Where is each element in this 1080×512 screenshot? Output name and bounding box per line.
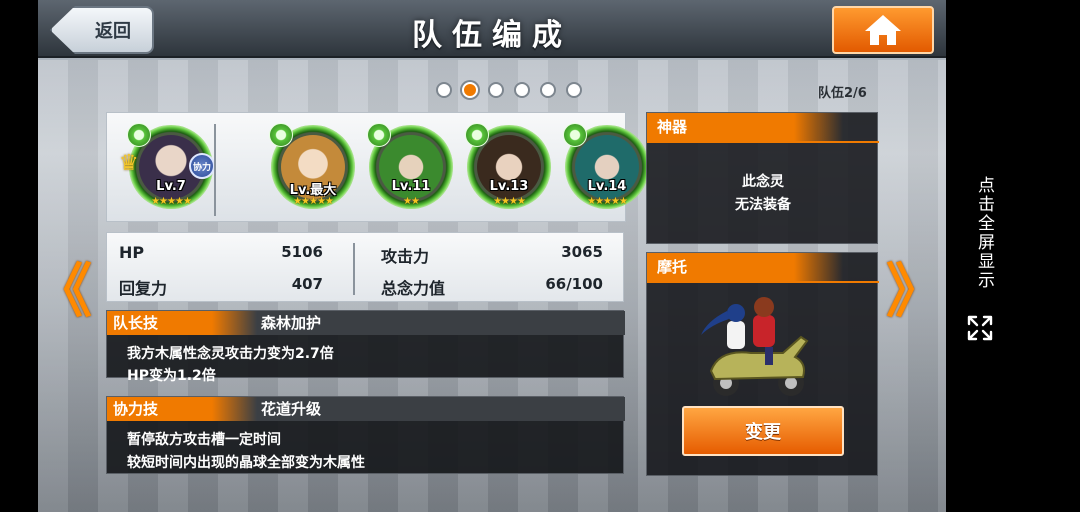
- attack-label: 攻击力: [381, 247, 430, 266]
- page-indicator: [436, 82, 582, 98]
- member-stars: ★★★★★: [151, 196, 192, 207]
- team-count: 队伍2/6: [818, 86, 867, 101]
- member-stars: ★★: [403, 196, 420, 207]
- assist-skill-desc-1: 暂停敌方攻击槽一定时间: [127, 432, 281, 448]
- member-stars: ★★★★: [493, 196, 526, 207]
- page-dot[interactable]: [566, 82, 582, 98]
- assist-badge: 协力: [189, 153, 215, 179]
- team-stats: HP 5106 回复力 407 攻击力 3065 总念力值 66/100: [106, 232, 624, 302]
- total-label: 总念力值: [381, 279, 446, 298]
- member-level: Lv.11: [391, 179, 431, 194]
- member-avatar-5[interactable]: Lv.14 ★★★★★: [563, 123, 649, 209]
- wood-element-icon: [269, 123, 293, 147]
- fullscreen-hint-text[interactable]: 点击全屏显示: [968, 176, 996, 290]
- artifact-title: 神器: [647, 113, 843, 141]
- hp-label: HP: [119, 243, 145, 262]
- recovery-value: 407: [291, 275, 323, 293]
- prev-team-arrow-icon[interactable]: 《: [38, 262, 92, 320]
- wood-element-icon: [563, 123, 587, 147]
- page-dot[interactable]: [514, 82, 530, 98]
- recovery-label: 回复力: [119, 279, 168, 298]
- leader-skill-name: 森林加护: [261, 314, 322, 332]
- leader-skill-desc-2: HP变为1.2倍: [127, 368, 216, 384]
- assist-skill-tag: 协力技: [107, 397, 257, 421]
- leader-skill-panel: 队长技 森林加护 我方木属性念灵攻击力变为2.7倍 HP变为1.2倍: [106, 310, 625, 384]
- member-avatar-2[interactable]: Lv.最大 ★★★★★: [269, 123, 355, 209]
- home-button[interactable]: [832, 6, 934, 54]
- member-stars: ★★★★★: [587, 196, 628, 207]
- member-level: Lv.7: [156, 179, 186, 194]
- motorbike-riders-image: [701, 297, 809, 396]
- attack-value: 3065: [561, 243, 603, 261]
- artifact-line-1: 此念灵: [742, 174, 784, 190]
- home-icon: [865, 15, 901, 45]
- leader-crown-icon: ♛: [119, 151, 139, 176]
- page-dot[interactable]: [540, 82, 556, 98]
- leader-skill-desc-1: 我方木属性念灵攻击力变为2.7倍: [127, 346, 334, 362]
- wood-element-icon: [367, 123, 391, 147]
- fullscreen-icon[interactable]: [966, 314, 994, 342]
- leader-skill-tag: 队长技: [107, 311, 257, 335]
- hp-value: 5106: [281, 243, 323, 261]
- artifact-line-2: 无法装备: [735, 197, 791, 213]
- page-dot-active[interactable]: [462, 82, 478, 98]
- total-value: 66/100: [545, 275, 603, 293]
- member-avatar-1[interactable]: ♛ 协力 Lv.7 ★★★★★: [119, 123, 215, 209]
- motorbike-title: 摩托: [647, 253, 843, 281]
- change-motorbike-button[interactable]: 变更: [682, 406, 844, 456]
- member-avatar-4[interactable]: Lv.13 ★★★★: [465, 123, 551, 209]
- wood-element-icon: [465, 123, 489, 147]
- top-bar: 返回 队伍编成: [38, 0, 946, 58]
- team-members: ♛ 协力 Lv.7 ★★★★★ Lv.最大 ★★★★★ Lv.11 ★★ Lv.…: [106, 112, 649, 222]
- next-team-arrow-icon[interactable]: 》: [886, 262, 944, 320]
- member-level: Lv.14: [587, 179, 627, 194]
- assist-skill-panel: 协力技 花道升级 暂停敌方攻击槽一定时间 较短时间内出现的晶球全部变为木属性: [106, 396, 625, 474]
- page-title: 队伍编成: [412, 18, 572, 53]
- page-dot[interactable]: [488, 82, 504, 98]
- game-screen: 返回 队伍编成 队伍2/6 ♛ 协力 Lv.7 ★★★★★ Lv.最大 ★★★★…: [38, 0, 946, 512]
- member-avatar-3[interactable]: Lv.11 ★★: [367, 123, 453, 209]
- member-stars: ★★★★★: [293, 196, 334, 207]
- member-level: Lv.13: [489, 179, 529, 194]
- stats-divider: [353, 243, 355, 295]
- leader-divider: [214, 124, 216, 216]
- artifact-panel: 神器 此念灵 无法装备: [646, 112, 879, 244]
- page-dot[interactable]: [436, 82, 452, 98]
- wood-element-icon: [127, 123, 151, 147]
- assist-skill-name: 花道升级: [261, 400, 322, 418]
- assist-skill-desc-2: 较短时间内出现的晶球全部变为木属性: [127, 455, 365, 471]
